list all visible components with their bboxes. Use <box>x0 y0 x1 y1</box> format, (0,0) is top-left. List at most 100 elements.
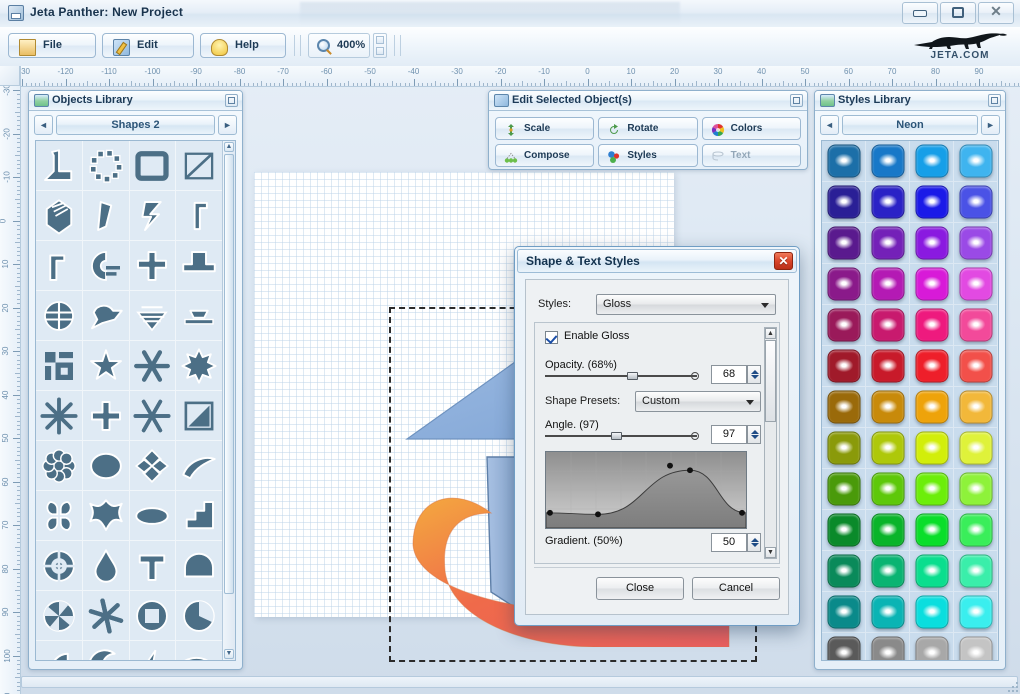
collapse-icon[interactable] <box>225 94 238 107</box>
styles-button[interactable]: Styles <box>598 144 697 167</box>
colors-button[interactable]: Colors <box>702 117 801 140</box>
shape-item[interactable] <box>36 391 83 441</box>
shape-text-styles-dialog[interactable]: Shape & Text Styles ✕ Styles: Gloss Enab… <box>514 246 800 626</box>
style-swatch[interactable] <box>866 223 910 264</box>
style-swatch[interactable] <box>910 387 954 428</box>
angle-step-up-icon[interactable] <box>751 430 759 434</box>
shape-item[interactable] <box>176 291 223 341</box>
style-swatch[interactable] <box>822 592 866 633</box>
scale-button[interactable]: Scale <box>495 117 594 140</box>
style-swatch[interactable] <box>910 428 954 469</box>
rotate-button[interactable]: Rotate <box>598 117 697 140</box>
shape-item[interactable] <box>83 391 130 441</box>
shapes-scroll-down-icon[interactable]: ▼ <box>224 649 234 659</box>
style-swatch[interactable] <box>910 633 954 661</box>
style-swatch[interactable] <box>822 551 866 592</box>
style-swatch[interactable] <box>822 141 866 182</box>
style-swatch[interactable] <box>954 305 998 346</box>
style-swatch[interactable] <box>866 141 910 182</box>
shapes-scroll-thumb[interactable] <box>224 154 234 594</box>
shape-item[interactable] <box>130 441 177 491</box>
zoom-input[interactable]: 400% <box>308 33 370 58</box>
collapse-icon[interactable] <box>790 94 803 107</box>
style-swatch[interactable] <box>910 223 954 264</box>
shape-item[interactable] <box>176 641 223 661</box>
close-icon[interactable]: ✕ <box>978 2 1014 24</box>
style-swatch[interactable] <box>954 223 998 264</box>
collapse-icon[interactable] <box>988 94 1001 107</box>
style-swatch[interactable] <box>954 592 998 633</box>
angle-step-down-icon[interactable] <box>751 435 759 439</box>
angle-value-input[interactable]: 97 <box>711 425 747 444</box>
shape-item[interactable] <box>83 591 130 641</box>
shape-item[interactable] <box>83 291 130 341</box>
gradient-stepper[interactable] <box>747 533 761 552</box>
opacity-stepper[interactable] <box>747 365 761 384</box>
help-button[interactable]: Help <box>200 33 286 58</box>
shape-item[interactable] <box>176 391 223 441</box>
shape-item[interactable] <box>130 591 177 641</box>
shape-item[interactable] <box>130 391 177 441</box>
styles-next-category-button[interactable]: ► <box>981 115 1000 135</box>
shape-item[interactable] <box>130 291 177 341</box>
style-swatch[interactable] <box>910 469 954 510</box>
style-swatch[interactable] <box>866 305 910 346</box>
styles-prev-category-button[interactable]: ◄ <box>820 115 839 135</box>
canvas-horizontal-scrollbar[interactable] <box>21 676 1018 688</box>
style-swatch[interactable] <box>822 633 866 661</box>
style-swatch[interactable] <box>910 551 954 592</box>
style-swatch[interactable] <box>822 510 866 551</box>
angle-slider-knob[interactable] <box>611 432 622 440</box>
file-button[interactable]: File <box>8 33 96 58</box>
opacity-step-down-icon[interactable] <box>751 375 759 379</box>
zoom-step-down-icon[interactable] <box>376 47 384 55</box>
shape-item[interactable] <box>130 141 177 191</box>
zoom-stepper[interactable] <box>373 33 387 58</box>
dialog-cancel-button[interactable]: Cancel <box>692 577 780 600</box>
style-swatch[interactable] <box>822 469 866 510</box>
style-swatch[interactable] <box>822 223 866 264</box>
opacity-step-up-icon[interactable] <box>751 370 759 374</box>
shape-item[interactable] <box>36 641 83 661</box>
style-swatch[interactable] <box>910 264 954 305</box>
dialog-scroll-down-icon[interactable]: ▼ <box>765 547 776 558</box>
styles-grid[interactable] <box>821 140 999 661</box>
style-swatch[interactable] <box>866 633 910 661</box>
style-swatch[interactable] <box>822 305 866 346</box>
compose-button[interactable]: Compose <box>495 144 594 167</box>
shape-item[interactable] <box>176 541 223 591</box>
dialog-scroll-up-icon[interactable]: ▲ <box>765 328 776 339</box>
horizontal-ruler[interactable]: -130-120-110-100-90-80-70-60-50-40-30-20… <box>20 66 1020 87</box>
shape-item[interactable] <box>83 641 130 661</box>
shape-item[interactable] <box>36 541 83 591</box>
style-swatch[interactable] <box>954 551 998 592</box>
style-swatch[interactable] <box>866 551 910 592</box>
shape-item[interactable] <box>176 491 223 541</box>
style-swatch[interactable] <box>954 387 998 428</box>
objects-next-category-button[interactable]: ► <box>218 115 237 135</box>
shape-item[interactable] <box>83 241 130 291</box>
style-swatch[interactable] <box>954 182 998 223</box>
style-swatch[interactable] <box>910 592 954 633</box>
style-swatch[interactable] <box>866 264 910 305</box>
shapes-scroll-up-icon[interactable]: ▲ <box>224 142 234 152</box>
dialog-close-icon[interactable]: ✕ <box>774 252 793 270</box>
gradient-step-down-icon[interactable] <box>751 543 759 547</box>
style-swatch[interactable] <box>910 346 954 387</box>
style-swatch[interactable] <box>910 305 954 346</box>
shape-item[interactable] <box>176 241 223 291</box>
vertical-ruler[interactable]: -30-20-100102030405060708090100110120 <box>0 66 21 694</box>
shape-item[interactable] <box>36 591 83 641</box>
shape-item[interactable] <box>36 141 83 191</box>
style-swatch[interactable] <box>910 182 954 223</box>
opacity-slider[interactable] <box>545 375 697 377</box>
gradient-curve-canvas[interactable] <box>546 452 746 528</box>
shape-item[interactable] <box>36 491 83 541</box>
shape-item[interactable] <box>83 441 130 491</box>
style-swatch[interactable] <box>866 510 910 551</box>
style-swatch[interactable] <box>910 510 954 551</box>
shapes-scrollbar[interactable]: ▲ ▼ <box>222 141 235 660</box>
style-swatch[interactable] <box>866 592 910 633</box>
gradient-curve-editor[interactable] <box>545 451 747 529</box>
shape-item[interactable] <box>130 541 177 591</box>
